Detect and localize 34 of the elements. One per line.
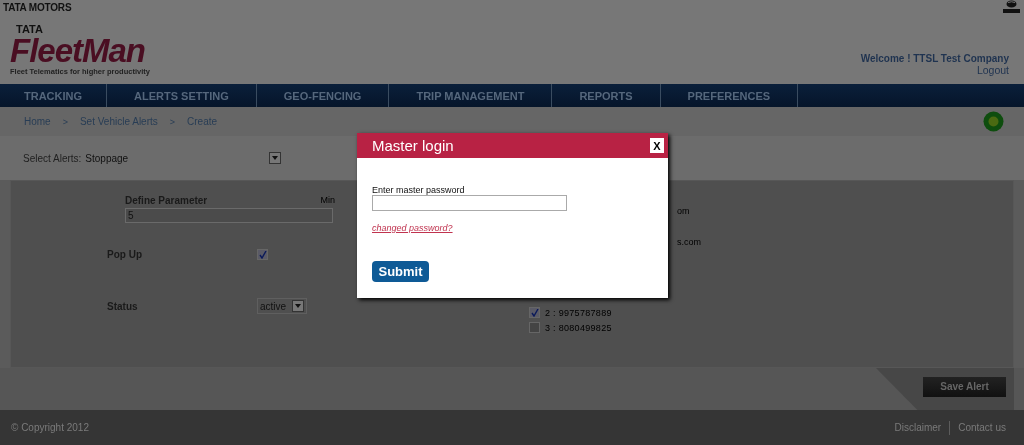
caret-icon [292,300,304,312]
changed-password-link[interactable]: changed password? [372,223,453,233]
breadcrumb-separator: > [169,116,176,127]
popup-checkbox[interactable] [257,249,268,260]
phone-number: 3 : 8080499825 [545,322,612,333]
footer-link[interactable]: Contact us [958,422,1006,433]
breadcrumb-link[interactable]: Home [24,116,51,127]
select-alerts-label: Select Alerts: [23,152,82,164]
submit-button[interactable]: Submit [372,261,429,282]
breadcrumb-separator: > [62,116,68,127]
password-field[interactable] [372,195,567,211]
breadcrumb-link[interactable]: Create [187,116,218,127]
unit-label: Min [320,195,335,206]
status-dot-icon [983,111,1004,132]
logo-top-text: TATA [16,24,44,35]
breadcrumb-link[interactable]: Set Vehicle Alerts [79,116,158,127]
phone-checkbox[interactable] [529,322,540,333]
email-text: s.com [677,237,702,247]
logout-link[interactable]: Logout [976,64,1009,76]
welcome-text: Welcome ! TTSL Test Company [860,53,1009,64]
password-label: Enter master password [372,185,465,195]
copyright-text: © Copyright 2012 [11,422,89,433]
email-text: om [677,206,691,216]
caret-icon [269,152,282,164]
footer-link[interactable]: Disclaimer [894,422,942,433]
close-button[interactable]: X [650,138,664,153]
dialog-title: Master login [372,137,454,154]
logo-wordmark: FleetMan [10,35,147,67]
phone-checkbox[interactable] [529,307,540,318]
brand-name: TATA MOTORS [3,1,72,13]
save-alert-button[interactable]: Save Alert [923,376,1006,397]
phone-number: 2 : 9975787889 [545,307,612,318]
status-dropdown[interactable]: active [257,298,307,314]
alert-type-dropdown[interactable]: Stoppage [85,151,282,165]
